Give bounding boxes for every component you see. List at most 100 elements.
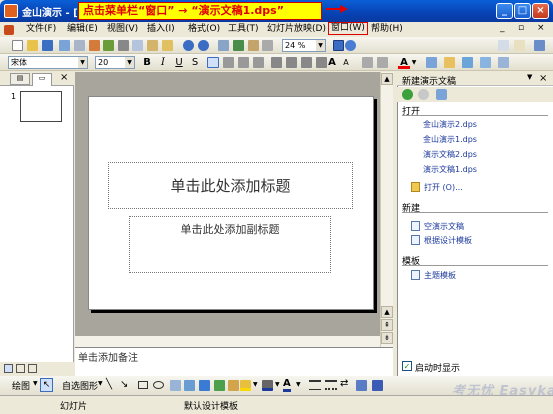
- autoshapes-button[interactable]: 自选图形: [62, 379, 98, 392]
- shrink-font-icon[interactable]: A: [340, 56, 352, 69]
- dash-style-icon[interactable]: [325, 380, 337, 390]
- maximize-button[interactable]: □: [514, 3, 531, 19]
- menu-help[interactable]: 帮助(H): [371, 23, 403, 36]
- redo-icon[interactable]: [198, 40, 209, 51]
- bold-button[interactable]: B: [142, 56, 152, 69]
- numbering-icon[interactable]: [271, 57, 282, 68]
- menu-insert[interactable]: 插入(I): [147, 23, 175, 36]
- chevron-down-icon[interactable]: ▼: [527, 73, 532, 81]
- menu-file[interactable]: 文件(F): [26, 23, 56, 36]
- insert-chart-icon[interactable]: [218, 40, 229, 51]
- doc-close-icon[interactable]: ×: [537, 23, 545, 33]
- open-more-link[interactable]: 打开 (O)...: [424, 182, 463, 193]
- wordart-icon[interactable]: [199, 380, 210, 391]
- vertical-scrollbar[interactable]: ▲ ▲ ⇞ ⇟: [380, 72, 393, 347]
- subtitle-placeholder[interactable]: 单击此处添加副标题: [129, 216, 331, 273]
- blank-presentation-link[interactable]: 空演示文稿: [424, 221, 464, 232]
- undo-icon[interactable]: [183, 40, 194, 51]
- minimize-button[interactable]: _: [496, 3, 513, 19]
- save-icon[interactable]: [42, 40, 53, 51]
- arrow-icon[interactable]: ↘: [120, 379, 128, 390]
- open-icon[interactable]: [27, 40, 38, 51]
- help-icon[interactable]: [333, 40, 344, 51]
- format-painter-icon[interactable]: [162, 40, 173, 51]
- paste-icon[interactable]: [147, 40, 158, 51]
- sorter-view-icon[interactable]: [16, 364, 25, 373]
- line-icon[interactable]: ╲: [106, 379, 112, 390]
- spellcheck-icon[interactable]: [103, 40, 114, 51]
- scroll-up-icon[interactable]: ▲: [381, 306, 393, 318]
- vertical-textbox-icon[interactable]: [184, 380, 195, 391]
- back-icon[interactable]: [402, 89, 413, 100]
- menu-format[interactable]: 格式(O): [188, 23, 220, 36]
- bullets-icon[interactable]: [286, 57, 297, 68]
- next-slide-icon[interactable]: ⇟: [381, 332, 393, 344]
- home-icon[interactable]: [436, 89, 447, 100]
- toolbar-panel-icon[interactable]: [534, 40, 545, 51]
- diagram-icon[interactable]: [214, 380, 225, 391]
- shadow-button[interactable]: S: [190, 56, 200, 69]
- insert-image-icon[interactable]: [248, 40, 259, 51]
- question-icon[interactable]: [345, 40, 356, 51]
- select-arrow-icon[interactable]: ↖: [40, 378, 53, 392]
- recent-file-link[interactable]: 金山演示2.dps: [423, 119, 477, 130]
- textbox-icon[interactable]: [170, 380, 181, 391]
- chevron-down-icon[interactable]: ▼: [253, 381, 258, 388]
- line-color-icon[interactable]: [262, 380, 273, 391]
- animation-icon[interactable]: [480, 57, 491, 68]
- toolbar-options-icon[interactable]: [498, 40, 509, 51]
- italic-button[interactable]: I: [158, 56, 168, 69]
- font-size-select[interactable]: 20 ▼: [95, 56, 135, 69]
- chevron-down-icon[interactable]: ▼: [33, 380, 38, 387]
- slideshow-view-icon[interactable]: [28, 364, 37, 373]
- font-name-select[interactable]: 宋体 ▼: [8, 56, 88, 69]
- menu-window[interactable]: 窗口(W): [328, 22, 368, 35]
- recent-file-link[interactable]: 演示文稿2.dps: [423, 149, 477, 160]
- design-icon[interactable]: [426, 57, 437, 68]
- align-right-icon[interactable]: [238, 57, 249, 68]
- toolbar-extra-icon[interactable]: [514, 40, 525, 51]
- recent-file-link[interactable]: 演示文稿1.dps: [423, 164, 477, 175]
- prev-slide-icon[interactable]: ⇞: [381, 319, 393, 331]
- close-icon[interactable]: ×: [539, 73, 547, 84]
- slide-thumbnail[interactable]: [20, 91, 62, 122]
- new-icon[interactable]: [12, 40, 23, 51]
- close-button[interactable]: ×: [532, 3, 549, 19]
- show-grid-icon[interactable]: [262, 40, 273, 51]
- menu-view[interactable]: 视图(V): [107, 23, 138, 36]
- shadow-icon[interactable]: [356, 380, 367, 391]
- transition-icon[interactable]: [498, 57, 509, 68]
- draw-menu-button[interactable]: 绘图: [12, 379, 30, 392]
- menu-slideshow[interactable]: 幻灯片放映(D): [267, 23, 326, 36]
- insert-table-icon[interactable]: [233, 40, 244, 51]
- theme-template-link[interactable]: 主题模板: [424, 270, 456, 281]
- doc-restore-icon[interactable]: ▫: [518, 23, 524, 33]
- doc-minimize-icon[interactable]: _: [500, 23, 505, 33]
- layout-icon[interactable]: [462, 57, 473, 68]
- line-style-icon[interactable]: [309, 380, 321, 390]
- print-preview-icon[interactable]: [59, 40, 70, 51]
- title-placeholder[interactable]: 单击此处添加标题: [108, 162, 353, 209]
- copy-icon[interactable]: [132, 40, 143, 51]
- align-center-icon[interactable]: [223, 57, 234, 68]
- new-slide-icon[interactable]: [444, 57, 455, 68]
- tab-outline[interactable]: ▤: [10, 73, 30, 85]
- normal-view-icon[interactable]: [4, 364, 13, 373]
- menu-edit[interactable]: 编辑(E): [67, 23, 98, 36]
- chevron-down-icon[interactable]: ▼: [411, 56, 417, 69]
- line-spacing-icon[interactable]: [301, 57, 312, 68]
- tab-slides[interactable]: ▭: [32, 73, 52, 86]
- menu-tools[interactable]: 工具(T): [228, 23, 259, 36]
- horizontal-scrollbar[interactable]: [75, 336, 380, 347]
- 3d-icon[interactable]: [372, 380, 383, 391]
- clipart-icon[interactable]: [228, 380, 239, 391]
- increase-indent-icon[interactable]: [377, 57, 388, 68]
- print-icon[interactable]: [74, 40, 85, 51]
- pdf-icon[interactable]: [89, 40, 100, 51]
- design-template-link[interactable]: 根据设计模板: [424, 235, 472, 246]
- underline-button[interactable]: U: [174, 56, 184, 69]
- cut-icon[interactable]: [118, 40, 129, 51]
- font-color-icon[interactable]: A: [398, 56, 410, 69]
- zoom-select[interactable]: 24 % ▼: [282, 39, 326, 52]
- align-left-icon[interactable]: [207, 57, 219, 68]
